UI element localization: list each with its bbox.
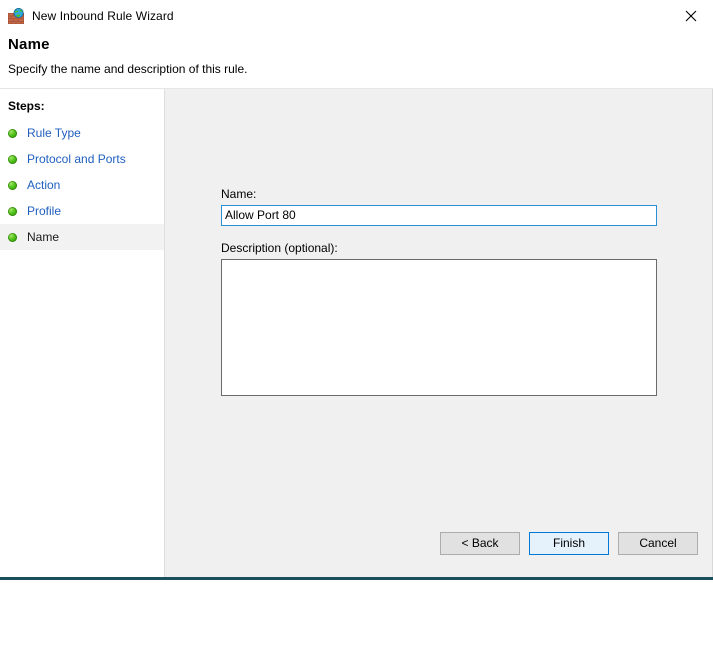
name-field-label: Name: — [221, 187, 257, 201]
cancel-button[interactable]: Cancel — [618, 532, 698, 555]
close-icon[interactable] — [668, 0, 713, 31]
green-dot-icon — [8, 128, 17, 138]
sidebar-item-profile[interactable]: Profile — [0, 198, 164, 224]
description-input[interactable] — [221, 259, 657, 396]
sidebar-item-label: Profile — [27, 204, 62, 218]
steps-sidebar: Steps: Rule Type Protocol and Ports Acti… — [0, 89, 165, 577]
finish-button[interactable]: Finish — [529, 532, 609, 555]
name-input[interactable] — [221, 205, 657, 226]
sidebar-item-label: Name — [27, 230, 60, 244]
wizard-body: Steps: Rule Type Protocol and Ports Acti… — [0, 88, 713, 577]
main-panel: Name: Description (optional): < Back Fin… — [165, 89, 713, 577]
steps-heading: Steps: — [8, 99, 45, 113]
sidebar-item-label: Action — [27, 178, 61, 192]
wizard-window: New Inbound Rule Wizard Name Specify the… — [0, 0, 713, 580]
sidebar-item-name[interactable]: Name — [0, 224, 164, 250]
sidebar-item-protocol-and-ports[interactable]: Protocol and Ports — [0, 146, 164, 172]
wizard-footer: < Back Finish Cancel — [440, 532, 698, 555]
description-field-label: Description (optional): — [221, 241, 338, 255]
green-dot-icon — [8, 206, 17, 216]
page-header: Name Specify the name and description of… — [0, 32, 713, 88]
page-title: Name — [8, 36, 50, 53]
title-bar: New Inbound Rule Wizard — [0, 0, 713, 32]
green-dot-icon — [8, 180, 17, 190]
sidebar-item-rule-type[interactable]: Rule Type — [0, 120, 164, 146]
sidebar-item-action[interactable]: Action — [0, 172, 164, 198]
green-dot-icon — [8, 232, 17, 242]
sidebar-item-label: Rule Type — [27, 126, 81, 140]
window-title: New Inbound Rule Wizard — [32, 9, 174, 23]
sidebar-item-label: Protocol and Ports — [27, 152, 126, 166]
firewall-globe-icon — [8, 7, 24, 24]
name-form: Name: Description (optional): — [221, 187, 657, 401]
back-button[interactable]: < Back — [440, 532, 520, 555]
green-dot-icon — [8, 154, 17, 164]
page-subtitle: Specify the name and description of this… — [8, 62, 248, 76]
